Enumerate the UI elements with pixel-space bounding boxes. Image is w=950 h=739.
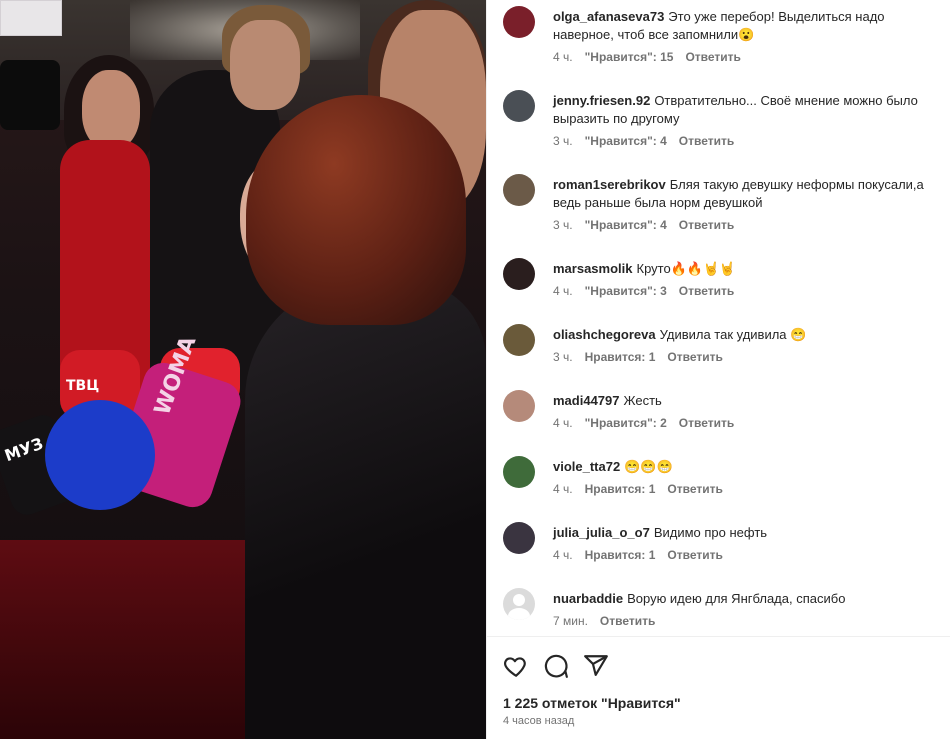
default-avatar-icon[interactable]	[503, 588, 535, 620]
comment-body: Ворую идею для Янгблада, спасибо	[627, 591, 846, 606]
comment-username[interactable]: madi44797	[553, 393, 620, 408]
camera	[0, 60, 60, 130]
reply-button[interactable]: Ответить	[679, 416, 734, 430]
comment-time: 3 ч.	[553, 218, 573, 232]
photo-corner-overlay	[0, 0, 62, 36]
comment-time: 4 ч.	[553, 482, 573, 496]
reply-button[interactable]: Ответить	[685, 50, 740, 64]
avatar[interactable]	[503, 90, 535, 122]
comment-time: 4 ч.	[553, 416, 573, 430]
man-face	[230, 20, 300, 110]
heart-icon[interactable]	[503, 653, 529, 679]
post-photo[interactable]: ТВЦ WOMA МУЗ	[0, 0, 486, 739]
avatar-body	[508, 608, 530, 620]
comment-likes[interactable]: Нравится: 1	[585, 482, 656, 496]
subject-hair	[246, 95, 466, 325]
reply-button[interactable]: Ответить	[600, 614, 655, 628]
comment-body: 😁😁😁	[624, 459, 673, 474]
comment-likes[interactable]: "Нравится": 3	[585, 284, 667, 298]
comment-username[interactable]: olga_afanaseva73	[553, 9, 664, 24]
avatar[interactable]	[503, 390, 535, 422]
comment-time: 4 ч.	[553, 284, 573, 298]
comment-username[interactable]: roman1serebrikov	[553, 177, 666, 192]
comment-likes[interactable]: "Нравится": 2	[585, 416, 667, 430]
mic-blue	[45, 400, 155, 510]
comment-body: Круто🔥🔥🤘🤘	[636, 261, 736, 276]
post-timestamp: 4 часов назад	[503, 715, 575, 727]
avatar[interactable]	[503, 456, 535, 488]
avatar[interactable]	[503, 324, 535, 356]
left-woman-face	[82, 70, 140, 150]
avatar-head	[513, 594, 525, 606]
avatar[interactable]	[503, 174, 535, 206]
reply-button[interactable]: Ответить	[679, 284, 734, 298]
comment-username[interactable]: nuarbaddie	[553, 591, 623, 606]
avatar[interactable]	[503, 258, 535, 290]
red-carpet	[0, 540, 260, 739]
post-actions: 1 225 отметок "Нравится" 4 часов назад	[487, 636, 950, 739]
comment-body: Видимо про нефть	[653, 525, 768, 540]
comment-time: 3 ч.	[553, 350, 573, 364]
comment-likes[interactable]: Нравится: 1	[585, 548, 656, 562]
comment-username[interactable]: marsasmolik	[553, 261, 633, 276]
comment-likes[interactable]: "Нравится": 4	[585, 218, 667, 232]
comment-username[interactable]: viole_tta72	[553, 459, 620, 474]
reply-button[interactable]: Ответить	[679, 134, 734, 148]
reply-button[interactable]: Ответить	[667, 548, 722, 562]
comment-likes[interactable]: "Нравится": 4	[585, 134, 667, 148]
comment-username[interactable]: jenny.friesen.92	[553, 93, 650, 108]
reply-button[interactable]: Ответить	[667, 482, 722, 496]
comment-username[interactable]: oliashchegoreva	[553, 327, 656, 342]
avatar[interactable]	[503, 522, 535, 554]
comments-list[interactable]: olga_afanaseva73 Это уже перебор! Выделит…	[487, 0, 950, 636]
comment-time: 4 ч.	[553, 50, 573, 64]
comments-panel: olga_afanaseva73 Это уже перебор! Выделит…	[486, 0, 950, 739]
reply-button[interactable]: Ответить	[667, 350, 722, 364]
comment-body: Жесть	[623, 393, 662, 408]
comment-likes[interactable]: "Нравится": 15	[585, 50, 674, 64]
avatar[interactable]	[503, 6, 535, 38]
leather-jacket	[245, 280, 486, 739]
comment-icon[interactable]	[543, 653, 569, 679]
likes-count[interactable]: 1 225 отметок "Нравится"	[503, 695, 681, 711]
comment-likes[interactable]: Нравится: 1	[585, 350, 656, 364]
comment-body: Удивила так удивила 😁	[659, 327, 807, 342]
share-icon[interactable]	[583, 653, 609, 679]
comment-time: 3 ч.	[553, 134, 573, 148]
comment-time: 4 ч.	[553, 548, 573, 562]
reply-button[interactable]: Ответить	[679, 218, 734, 232]
mic-label-tvc: ТВЦ	[66, 378, 100, 394]
comment-time: 7 мин.	[553, 614, 588, 628]
comment-username[interactable]: julia_julia_o_o7	[553, 525, 650, 540]
